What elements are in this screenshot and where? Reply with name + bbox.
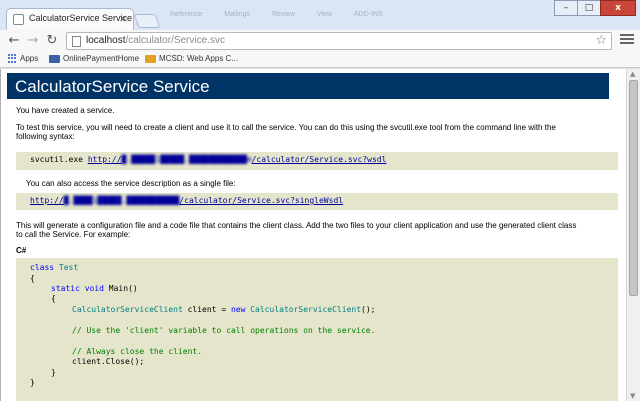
- code-line-inner-close: }: [51, 368, 56, 377]
- test-intro-line2: following syntax:: [16, 132, 75, 141]
- tab-title: CalculatorService Service: [29, 13, 133, 23]
- ghost-menu-item: Review: [271, 11, 295, 18]
- background-window-menu: Reference Mailings Review View ADD-INS: [170, 11, 383, 18]
- scroll-up-icon[interactable]: ▲: [630, 70, 635, 78]
- page-icon: [72, 36, 81, 47]
- browser-tab[interactable]: CalculatorService Service ×: [6, 8, 134, 30]
- bookmark-mcsd[interactable]: MCSD: Web Apps C...: [145, 54, 238, 63]
- bookmarks-bar: Apps OnlinePaymentHome MCSD: Web Apps C.…: [0, 52, 640, 68]
- created-text: You have created a service.: [16, 106, 115, 115]
- url-host: localhost: [86, 35, 126, 46]
- single-wsdl-box: http://█.████1█████.███████████/calculat…: [16, 193, 618, 210]
- csharp-code-block: class Test { static void Main() { Calcul…: [16, 258, 618, 401]
- code-line-open-brace: {: [30, 274, 35, 283]
- csharp-label: C#: [16, 246, 27, 255]
- apps-grid-icon: [8, 54, 17, 63]
- browser-menu-icon[interactable]: [620, 34, 634, 48]
- test-intro-line1: To test this service, you will need to c…: [16, 123, 556, 132]
- close-window-button[interactable]: x: [600, 0, 636, 16]
- code-line-inner-open: {: [51, 294, 56, 303]
- window-controls: – □ x: [554, 0, 636, 16]
- scrollbar-thumb[interactable]: [629, 80, 638, 296]
- maximize-button[interactable]: □: [577, 0, 601, 16]
- address-url[interactable]: localhost/calculator/Service.svc: [86, 35, 225, 46]
- redacted-host: █.█████1█████.████████████m: [121, 155, 252, 164]
- bookmark-label: Apps: [20, 54, 39, 63]
- code-line-client: CalculatorServiceClient client = new Cal…: [72, 305, 376, 314]
- svcutil-command: svcutil.exe: [30, 155, 83, 164]
- bookmark-icon: [145, 54, 156, 63]
- ghost-menu-item: View: [316, 11, 332, 18]
- new-tab-button[interactable]: [133, 14, 161, 28]
- ghost-menu-item: ADD-INS: [353, 11, 383, 18]
- bookmark-icon: [49, 54, 60, 63]
- ghost-menu-item: Reference: [170, 11, 203, 18]
- minimize-button[interactable]: –: [554, 0, 578, 16]
- page-title: CalculatorService Service: [15, 77, 210, 96]
- code-line-close-brace: }: [30, 378, 35, 387]
- forward-arrow-icon[interactable]: →: [25, 33, 41, 49]
- single-wsdl-link[interactable]: http://█.████1█████.███████████/calculat…: [30, 196, 343, 205]
- page-heading-bar: CalculatorService Service: [7, 73, 609, 99]
- bookmark-label: MCSD: Web Apps C...: [159, 54, 238, 63]
- title-bar: CalculatorService Service × Reference Ma…: [0, 0, 640, 30]
- bookmark-apps[interactable]: Apps: [8, 54, 38, 63]
- url-path: /calculator/Service.svc: [125, 35, 225, 46]
- page-viewport: CalculatorService Service You have creat…: [0, 69, 626, 401]
- browser-toolbar: ← → ↻ localhost/calculator/Service.svc ☆: [0, 30, 640, 52]
- back-arrow-icon[interactable]: ←: [6, 33, 22, 49]
- svcutil-command-box: svcutil.exe http://█.█████1█████.███████…: [16, 152, 618, 170]
- bookmark-online-payment[interactable]: OnlinePaymentHome: [49, 54, 139, 63]
- bookmark-star-icon[interactable]: ☆: [595, 33, 607, 48]
- code-line-class: class Test: [30, 263, 79, 272]
- ghost-menu-item: Mailings: [224, 11, 250, 18]
- bookmark-label: OnlinePaymentHome: [63, 54, 140, 63]
- single-file-text: You can also access the service descript…: [26, 179, 236, 188]
- reload-icon[interactable]: ↻: [44, 33, 60, 49]
- code-line-comment-use: // Use the 'client' variable to call ope…: [72, 326, 376, 335]
- address-bar[interactable]: localhost/calculator/Service.svc ☆: [66, 32, 612, 50]
- tab-close-icon[interactable]: ×: [119, 12, 128, 25]
- redacted-host: █.████1█████.███████████: [63, 196, 180, 205]
- generate-text-line2: to call the Service. For example:: [16, 230, 131, 239]
- scroll-down-icon[interactable]: ▼: [630, 392, 635, 400]
- page-favicon-icon: [13, 14, 24, 25]
- wsdl-link[interactable]: http://█.█████1█████.████████████m/calcu…: [88, 155, 387, 164]
- code-line-comment-close: // Always close the client.: [72, 347, 203, 356]
- code-line-close-call: client.Close();: [72, 357, 145, 366]
- code-line-main: static void Main(): [51, 284, 138, 293]
- vertical-scrollbar[interactable]: ▲ ▼: [626, 69, 640, 401]
